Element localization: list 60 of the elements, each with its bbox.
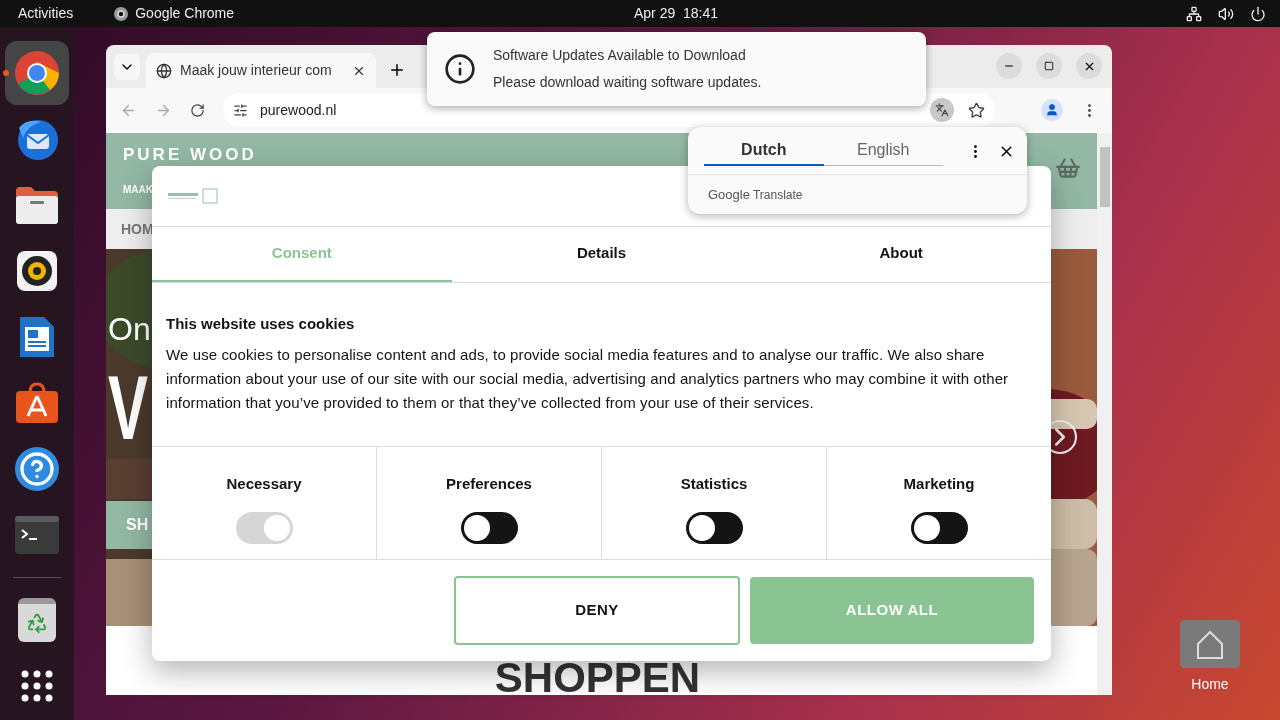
tab-search-button[interactable] bbox=[114, 54, 140, 80]
reload-icon[interactable] bbox=[190, 102, 205, 118]
help-icon bbox=[15, 447, 59, 491]
notification-title: Software Updates Available to Download bbox=[493, 46, 747, 65]
clock[interactable]: Apr 29 18:41 bbox=[634, 3, 719, 24]
shopping-bag-icon bbox=[15, 382, 59, 424]
chrome-icon bbox=[14, 50, 60, 96]
trash-icon bbox=[18, 598, 56, 642]
translate-icon[interactable] bbox=[930, 98, 954, 122]
category-label: Statistics bbox=[680, 474, 748, 494]
hero-title: V bbox=[108, 364, 149, 454]
dialog-tab[interactable]: Details bbox=[451, 227, 752, 282]
language-tab[interactable]: English bbox=[823, 136, 943, 166]
category-label: Preferences bbox=[446, 474, 532, 494]
site-tagline: MAAK bbox=[123, 183, 153, 197]
tab-title: Maak jouw interieur com bbox=[180, 61, 332, 80]
deny-button[interactable]: DENY bbox=[454, 576, 740, 645]
home-label[interactable]: Home bbox=[1191, 674, 1229, 695]
network-icon[interactable] bbox=[1186, 5, 1202, 22]
maximize-icon bbox=[1044, 61, 1054, 71]
document-icon bbox=[18, 315, 56, 359]
activities-button[interactable]: Activities bbox=[18, 3, 74, 24]
toggle-switch[interactable] bbox=[910, 511, 968, 544]
new-tab-icon[interactable] bbox=[388, 61, 406, 79]
category-label: Necessary bbox=[226, 474, 302, 494]
dock-item[interactable] bbox=[5, 41, 69, 105]
home-folder-icon[interactable] bbox=[1180, 620, 1240, 668]
toggle-switch[interactable] bbox=[460, 511, 518, 544]
speaker-icon bbox=[17, 251, 57, 291]
category-label: Marketing bbox=[903, 474, 975, 494]
globe-icon bbox=[156, 62, 172, 79]
language-tab[interactable]: Dutch bbox=[704, 136, 824, 166]
dock-separator bbox=[13, 577, 61, 578]
google-brand: Google bbox=[708, 185, 750, 204]
dialog-text: We use cookies to personalise content and ads, to provide social media features and to analyse our traffic. We also share information about your use of our site with our social media, advertising and analytics partners who may combine it with other information that you’ve provided to them or that they’ve collected from your use of their services. bbox=[166, 345, 1010, 413]
chrome-icon bbox=[113, 5, 130, 22]
hero-subtitle: On bbox=[108, 311, 151, 347]
terminal-icon bbox=[15, 516, 59, 554]
toggle-switch[interactable] bbox=[685, 511, 743, 544]
basket-icon[interactable] bbox=[1055, 155, 1081, 181]
notification-body: Please download waiting software updates. bbox=[493, 73, 762, 92]
close-button[interactable] bbox=[1076, 53, 1102, 79]
url-text: purewood.nl bbox=[260, 100, 337, 120]
dialog-tab[interactable]: About bbox=[751, 227, 1051, 282]
info-icon bbox=[444, 53, 476, 85]
translate-label: Translate bbox=[752, 186, 803, 204]
browser-tab[interactable]: Maak jouw interieur com bbox=[146, 53, 376, 88]
dialog-title: This website uses cookies bbox=[166, 315, 356, 333]
profile-icon[interactable] bbox=[1041, 99, 1063, 121]
app-grid-icon bbox=[20, 669, 54, 703]
folder-icon bbox=[15, 185, 59, 225]
minimize-button[interactable] bbox=[996, 53, 1022, 79]
site-logo-icon bbox=[168, 188, 218, 204]
power-icon[interactable] bbox=[1250, 5, 1266, 22]
app-menu[interactable]: Google Chrome bbox=[135, 3, 235, 24]
maximize-button[interactable] bbox=[1036, 53, 1062, 79]
bookmark-star-icon[interactable] bbox=[968, 101, 985, 119]
volume-icon[interactable] bbox=[1218, 5, 1234, 22]
section-heading: SHOPPEN bbox=[494, 661, 701, 695]
site-info-icon[interactable] bbox=[233, 102, 248, 118]
